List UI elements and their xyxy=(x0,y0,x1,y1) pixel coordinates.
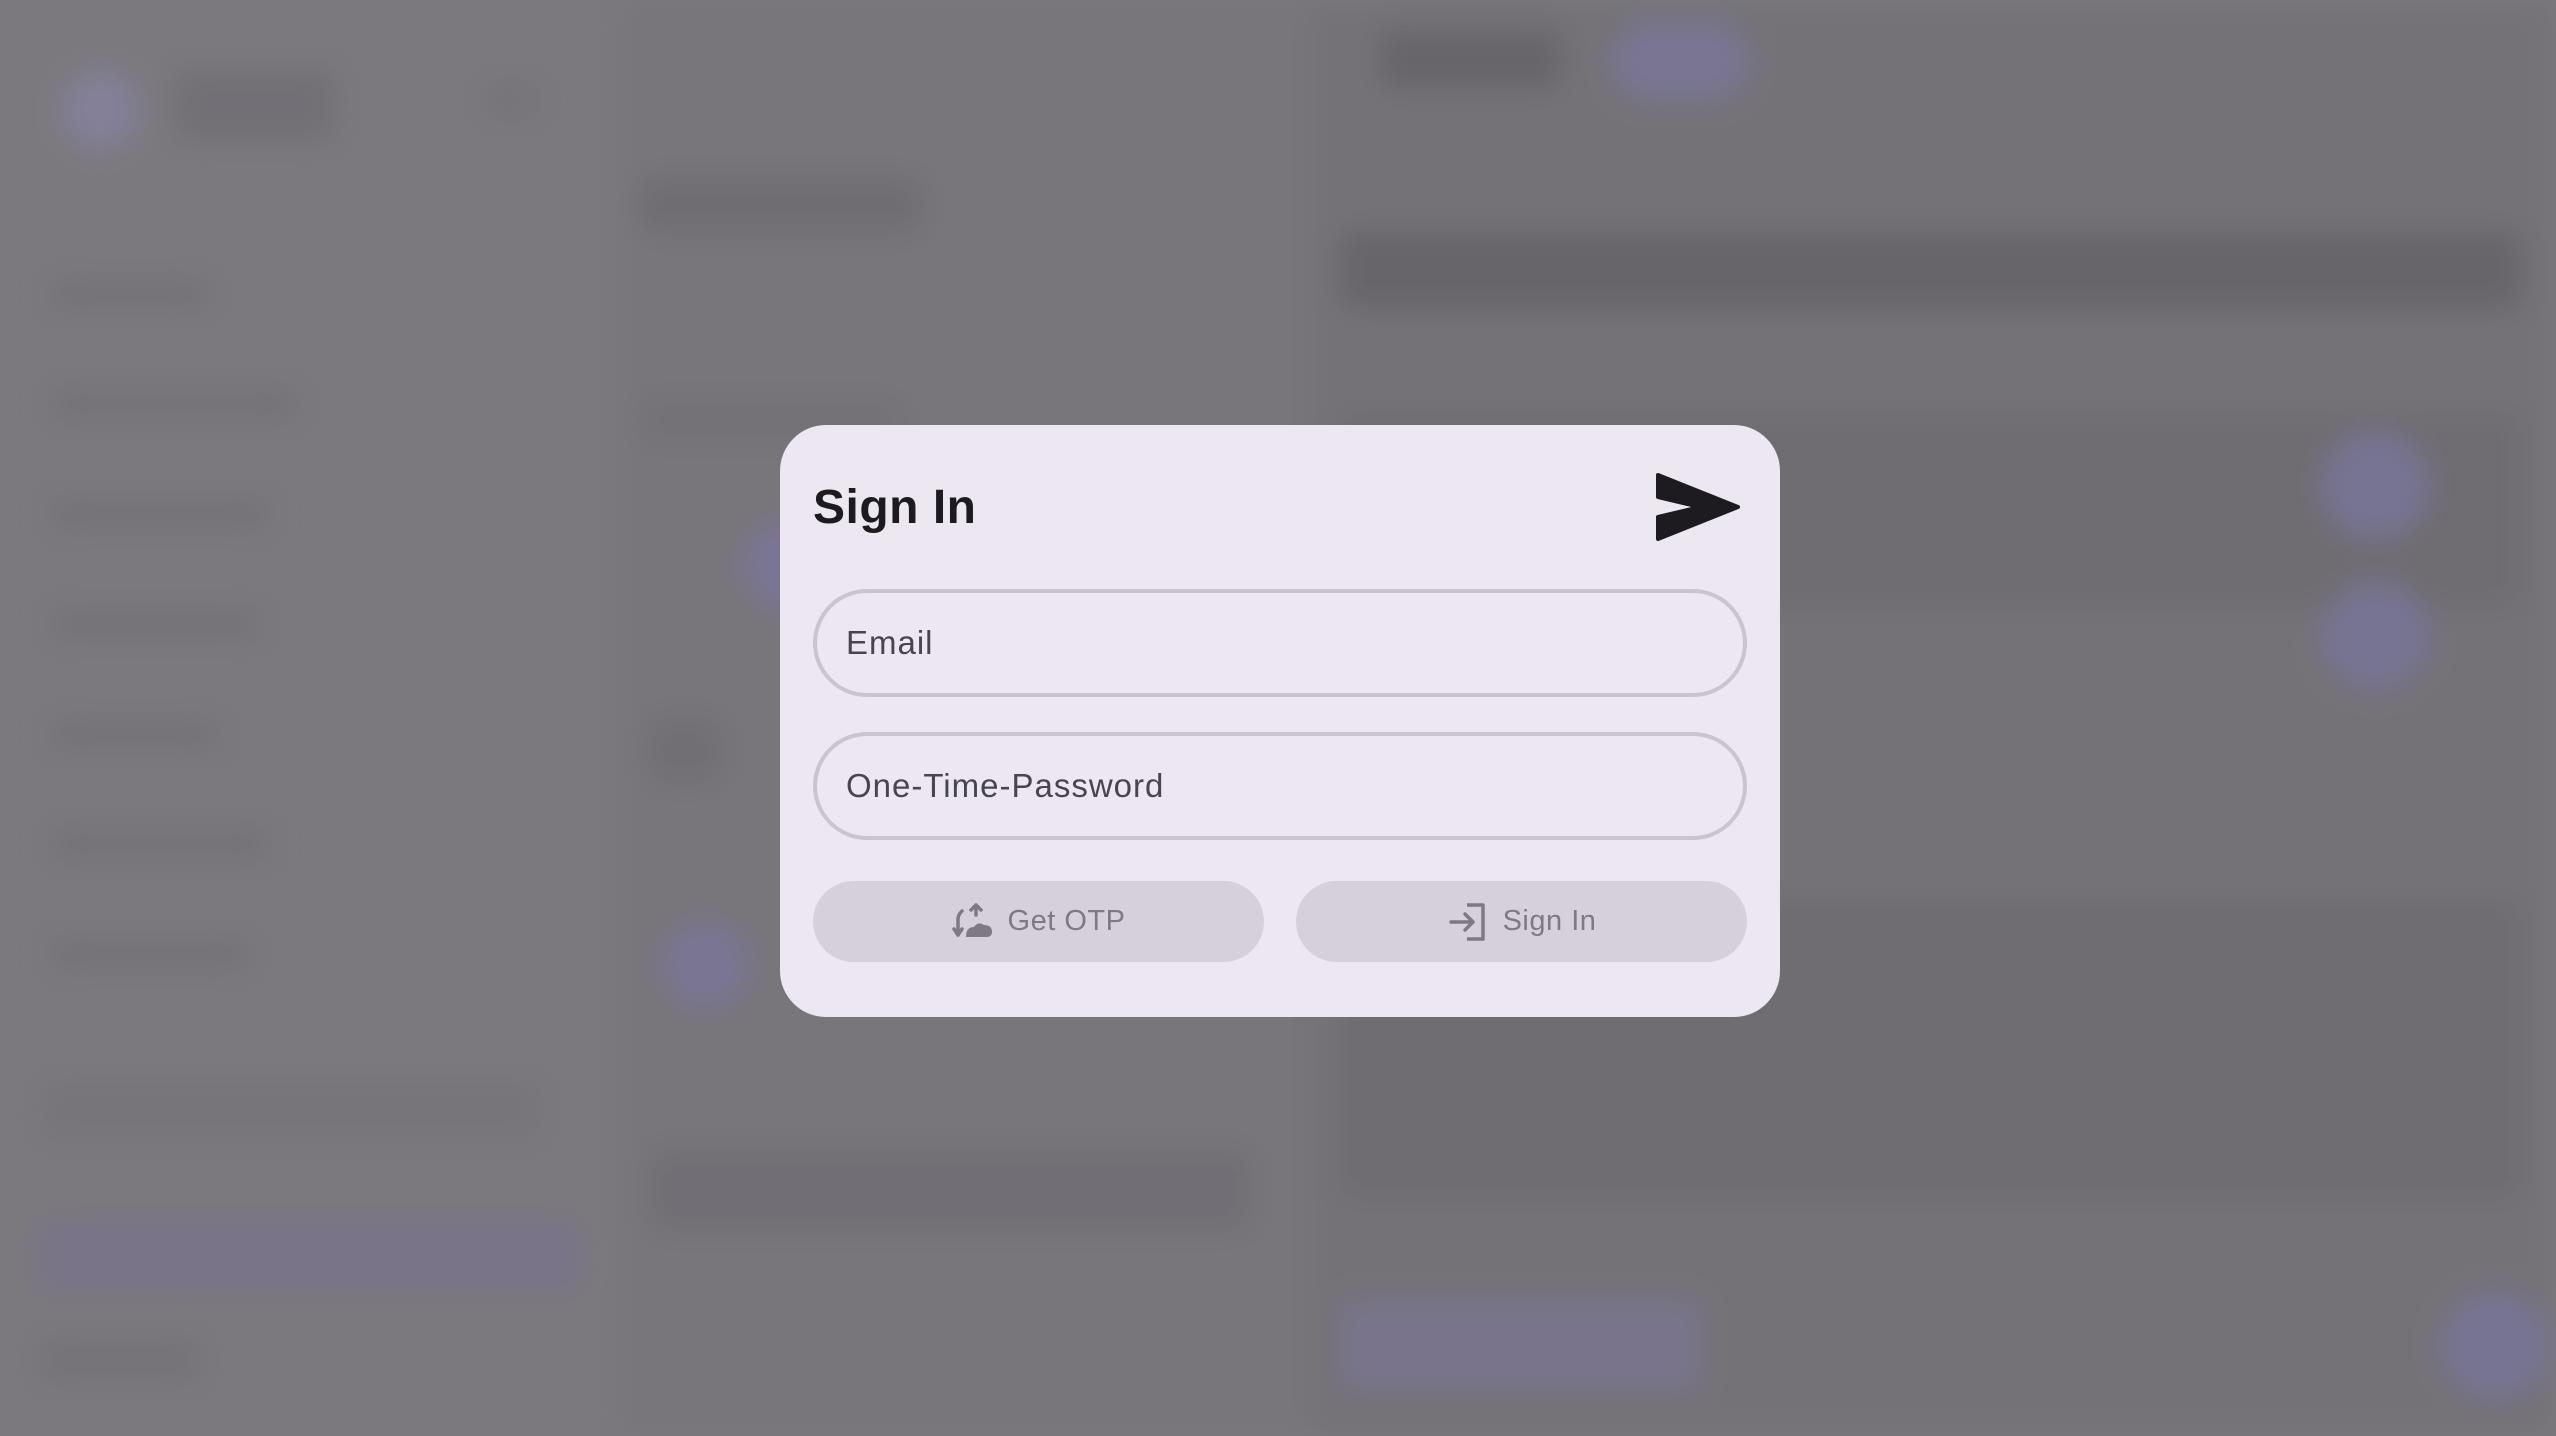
email-field[interactable]: Email xyxy=(813,589,1747,697)
sign-in-dialog: Sign In Email One-Time-Password Get OTP … xyxy=(780,425,1780,1017)
send-icon xyxy=(1656,473,1740,541)
sign-in-button[interactable]: Sign In xyxy=(1296,881,1747,962)
get-otp-button[interactable]: Get OTP xyxy=(813,881,1264,962)
dialog-title: Sign In xyxy=(813,481,977,534)
email-placeholder: Email xyxy=(846,624,934,661)
login-icon xyxy=(1448,902,1485,941)
otp-placeholder: One-Time-Password xyxy=(846,767,1165,804)
otp-field[interactable]: One-Time-Password xyxy=(813,732,1747,840)
sign-in-label: Sign In xyxy=(1502,905,1597,937)
otp-request-icon xyxy=(951,902,992,937)
get-otp-label: Get OTP xyxy=(1007,905,1126,937)
